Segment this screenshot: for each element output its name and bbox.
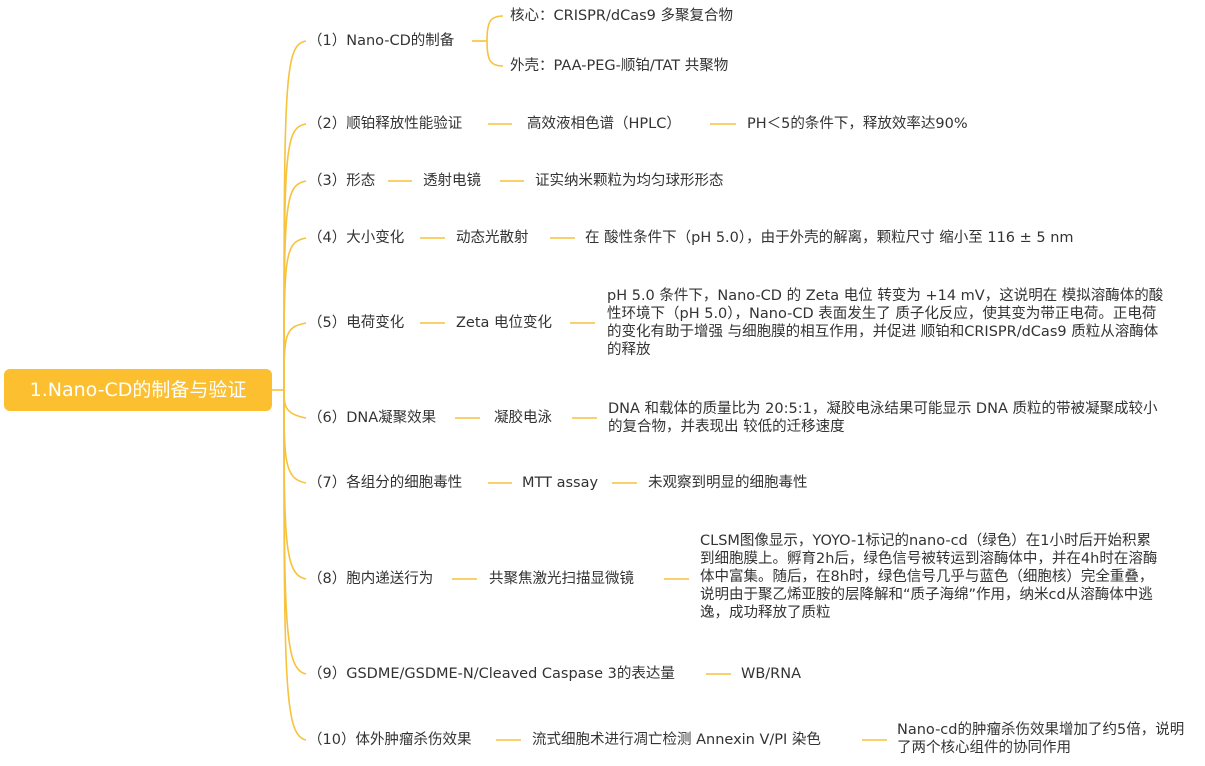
branch-9-method[interactable]: WB/RNA bbox=[741, 665, 801, 683]
branch-7-result[interactable]: 未观察到明显的细胞毒性 bbox=[648, 474, 808, 492]
branch-10-method[interactable]: 流式细胞术进行凋亡检测 Annexin V/PI 染色 bbox=[532, 731, 821, 749]
branch-5-result[interactable]: pH 5.0 条件下，Nano-CD 的 Zeta 电位 转变为 +14 mV，… bbox=[607, 287, 1167, 359]
branch-1-label[interactable]: （1）Nano-CD的制备 bbox=[308, 32, 454, 50]
branch-2-label[interactable]: （2）顺铂释放性能验证 bbox=[308, 115, 462, 133]
branch-5-method[interactable]: Zeta 电位变化 bbox=[456, 314, 552, 332]
branch-1-shell[interactable]: 外壳：PAA-PEG-顺铂/TAT 共聚物 bbox=[510, 57, 728, 75]
branch-2-result[interactable]: PH＜5的条件下，释放效率达90% bbox=[747, 115, 968, 133]
branch-7-label[interactable]: （7）各组分的细胞毒性 bbox=[308, 474, 462, 492]
branch-6-label[interactable]: （6）DNA凝聚效果 bbox=[308, 409, 436, 427]
branch-6-method[interactable]: 凝胶电泳 bbox=[494, 409, 552, 427]
branch-10-result[interactable]: Nano-cd的肿瘤杀伤效果增加了约5倍，说明了两个核心组件的协同作用 bbox=[897, 721, 1187, 757]
branch-4-label[interactable]: （4）大小变化 bbox=[308, 229, 404, 247]
branch-9-label[interactable]: （9）GSDME/GSDME-N/Cleaved Caspase 3的表达量 bbox=[308, 665, 675, 683]
branch-5-label[interactable]: （5）电荷变化 bbox=[308, 314, 404, 332]
branch-2-method[interactable]: 高效液相色谱（HPLC） bbox=[527, 115, 681, 133]
branch-8-method[interactable]: 共聚焦激光扫描显微镜 bbox=[489, 570, 634, 588]
branch-8-result[interactable]: CLSM图像显示，YOYO-1标记的nano-cd（绿色）在1小时后开始积累到细… bbox=[700, 532, 1162, 622]
branch-7-method[interactable]: MTT assay bbox=[522, 474, 598, 492]
branch-3-result[interactable]: 证实纳米颗粒为均匀球形形态 bbox=[535, 172, 724, 190]
branch-4-method[interactable]: 动态光散射 bbox=[456, 229, 529, 247]
branch-1-core[interactable]: 核心：CRISPR/dCas9 多聚复合物 bbox=[510, 7, 733, 25]
branch-4-result[interactable]: 在 酸性条件下（pH 5.0），由于外壳的解离，颗粒尺寸 缩小至 116 ± 5… bbox=[585, 229, 1074, 247]
branch-6-result[interactable]: DNA 和载体的质量比为 20:5:1，凝胶电泳结果可能显示 DNA 质粒的带被… bbox=[608, 400, 1160, 436]
branch-3-method[interactable]: 透射电镜 bbox=[423, 172, 481, 190]
branch-8-label[interactable]: （8）胞内递送行为 bbox=[308, 570, 433, 588]
branch-10-label[interactable]: （10）体外肿瘤杀伤效果 bbox=[308, 731, 471, 749]
root-node[interactable]: 1.Nano-CD的制备与验证 bbox=[4, 369, 272, 411]
branch-3-label[interactable]: （3）形态 bbox=[308, 172, 375, 190]
